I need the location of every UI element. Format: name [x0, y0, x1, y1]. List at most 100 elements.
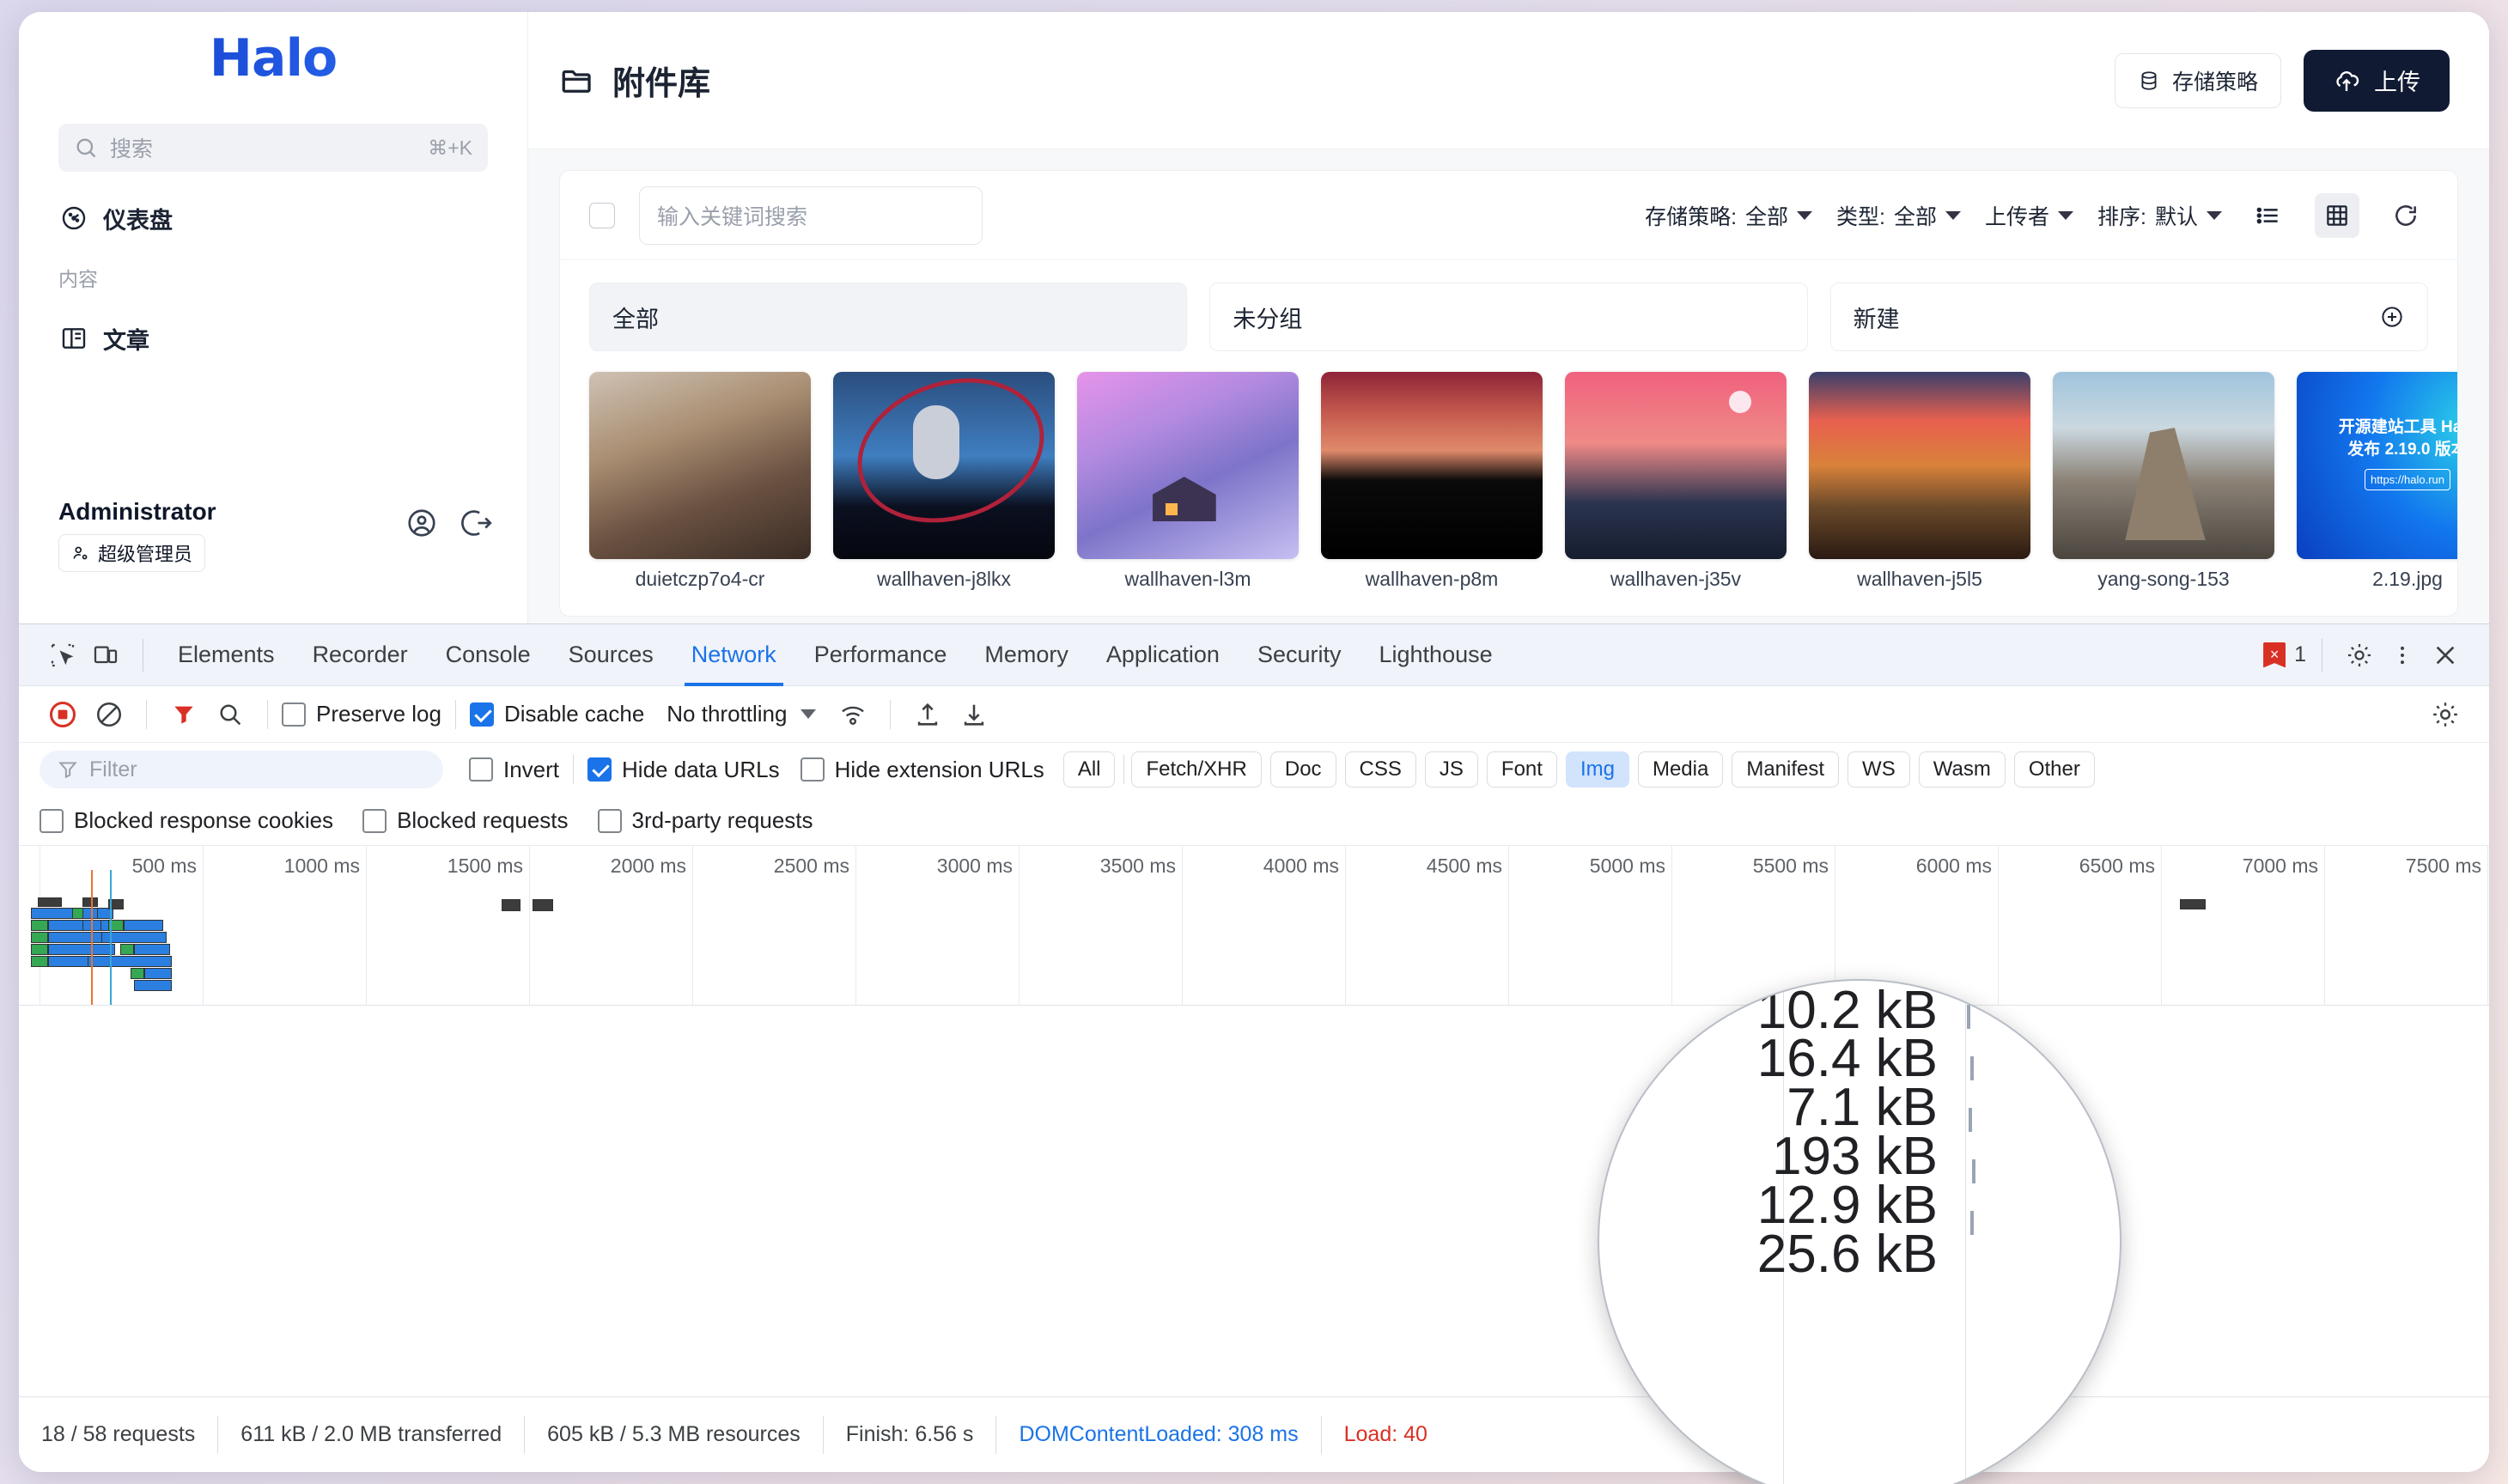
thumbnail-caption: wallhaven-j5l5	[1857, 568, 1982, 590]
thumbnail-item[interactable]: yang-song-153	[2053, 372, 2274, 591]
record-button[interactable]	[40, 691, 86, 738]
overview-tick: 7500 ms	[2406, 846, 2488, 1005]
checkbox-box	[587, 757, 612, 782]
blocked-requests-checkbox[interactable]: Blocked requests	[362, 807, 569, 834]
import-har-button[interactable]	[904, 691, 951, 738]
logout-icon[interactable]	[460, 507, 493, 539]
tab-elements[interactable]: Elements	[159, 624, 294, 686]
group-tab-all-label: 全部	[612, 306, 659, 332]
tab-network[interactable]: Network	[673, 624, 795, 686]
thumbnail-item[interactable]: 开源建站工具 Halo 发布 2.19.0 版本 https://halo.ru…	[2297, 372, 2457, 591]
export-har-button[interactable]	[951, 691, 997, 738]
thumbnail-image	[833, 372, 1055, 559]
thumbnail-item[interactable]: duietczp7o4-cr	[589, 372, 811, 591]
thumbnail-item[interactable]: wallhaven-j35v	[1565, 372, 1787, 591]
hide-data-urls-checkbox[interactable]: Hide data URLs	[587, 757, 780, 783]
blocked-response-cookies-checkbox[interactable]: Blocked response cookies	[40, 807, 333, 834]
filter-storage-policy[interactable]: 存储策略: 全部	[1645, 200, 1813, 231]
type-filter-css-label: CSS	[1359, 757, 1402, 781]
thumbnail-overlay-line1: 开源建站工具 Halo	[2338, 418, 2457, 437]
invert-checkbox[interactable]: Invert	[469, 757, 559, 783]
user-circle-icon[interactable]	[405, 507, 438, 539]
thumbnail-image	[1565, 372, 1787, 559]
thumbnail-item[interactable]: wallhaven-l3m	[1077, 372, 1299, 591]
type-filter-fetchxhr[interactable]: Fetch/XHR	[1131, 751, 1262, 788]
thumbnail-item[interactable]: wallhaven-j5l5	[1809, 372, 2030, 591]
clear-button[interactable]	[86, 691, 132, 738]
type-filter-js[interactable]: JS	[1424, 751, 1478, 788]
type-filter-all[interactable]: All	[1062, 751, 1116, 788]
storage-policy-button[interactable]: 存储策略	[2114, 52, 2281, 108]
type-filter-other[interactable]: Other	[2013, 751, 2095, 788]
tab-security[interactable]: Security	[1239, 624, 1361, 686]
refresh-button[interactable]	[2383, 193, 2428, 238]
network-conditions-button[interactable]	[830, 691, 876, 738]
overview-tick: 2000 ms	[611, 846, 693, 1005]
filter-sort[interactable]: 排序: 默认	[2097, 200, 2222, 231]
sidebar-item-articles[interactable]: 文章	[45, 314, 502, 362]
overview-bar	[502, 899, 520, 911]
status-transferred: 611 kB / 2.0 MB transferred	[218, 1415, 526, 1454]
throttling-dropdown[interactable]: No throttling	[667, 701, 817, 727]
devtools-more-button[interactable]	[2381, 634, 2424, 677]
type-filter-font[interactable]: Font	[1486, 751, 1557, 788]
disable-cache-checkbox[interactable]: Disable cache	[469, 701, 644, 727]
group-tab-all[interactable]: 全部	[589, 283, 1188, 351]
devtools-close-button[interactable]	[2424, 634, 2467, 677]
device-toolbar-button[interactable]	[84, 634, 127, 677]
hide-extension-urls-checkbox[interactable]: Hide extension URLs	[800, 757, 1044, 783]
overview-bar	[31, 944, 48, 955]
halo-application: Halo 搜索 ⌘+K 仪表盘 内容 文章 Administrator 超级管理…	[19, 12, 2489, 623]
type-filter-all-label: All	[1077, 757, 1101, 781]
tab-recorder[interactable]: Recorder	[294, 624, 427, 686]
import-har-icon	[918, 702, 938, 726]
toolbar-divider	[573, 755, 575, 784]
type-filter-media[interactable]: Media	[1637, 751, 1724, 788]
filter-storage-policy-value: 全部	[1745, 204, 1789, 229]
type-filter-doc[interactable]: Doc	[1269, 751, 1336, 788]
devtools-settings-button[interactable]	[2338, 634, 2381, 677]
dom-content-loaded-marker	[91, 870, 93, 1005]
sidebar-search[interactable]: 搜索 ⌘+K	[58, 124, 488, 172]
third-party-requests-checkbox[interactable]: 3rd-party requests	[597, 807, 813, 834]
inspect-element-button[interactable]	[41, 634, 84, 677]
type-filter-manifest[interactable]: Manifest	[1732, 751, 1840, 788]
keyword-search-input[interactable]: 输入关键词搜索	[639, 186, 983, 245]
search-button[interactable]	[207, 691, 253, 738]
type-filter-ws[interactable]: WS	[1848, 751, 1910, 788]
filter-type[interactable]: 类型: 全部	[1836, 200, 1962, 231]
group-tabs: 全部 未分组 新建	[560, 260, 2457, 351]
magnifier-waterfall-bar	[1970, 1056, 1974, 1080]
error-count-badge[interactable]: × 1	[2263, 642, 2306, 668]
filter-uploader[interactable]: 上传者	[1985, 200, 2074, 231]
type-filter-wasm[interactable]: Wasm	[1918, 751, 2006, 788]
group-tab-ungrouped[interactable]: 未分组	[1209, 283, 1808, 351]
network-settings-button[interactable]	[2422, 691, 2468, 738]
tab-console[interactable]: Console	[427, 624, 550, 686]
group-tab-new[interactable]: 新建	[1829, 283, 2428, 351]
type-filter-css[interactable]: CSS	[1344, 751, 1416, 788]
tab-memory[interactable]: Memory	[965, 624, 1087, 686]
filter-input[interactable]: Filter	[40, 751, 443, 788]
select-all-checkbox[interactable]	[589, 202, 615, 228]
thumbnail-item[interactable]: wallhaven-j8lkx	[833, 372, 1055, 591]
list-view-button[interactable]	[2246, 193, 2291, 238]
sidebar-item-dashboard[interactable]: 仪表盘	[45, 194, 502, 242]
tab-application[interactable]: Application	[1087, 624, 1239, 686]
tab-lighthouse[interactable]: Lighthouse	[1361, 624, 1512, 686]
tab-sources[interactable]: Sources	[550, 624, 673, 686]
thumbnail-item[interactable]: wallhaven-p8m	[1321, 372, 1543, 591]
grid-view-button[interactable]	[2315, 192, 2359, 238]
checkbox-box	[800, 757, 825, 782]
tab-performance[interactable]: Performance	[795, 624, 966, 686]
toolbar-divider	[1123, 755, 1125, 784]
type-filter-other-label: Other	[2028, 757, 2080, 781]
overview-bar	[48, 944, 115, 955]
page-title: 附件库	[559, 57, 710, 104]
attachment-body: 输入关键词搜索 存储策略: 全部 类型: 全部 上传者 排序: 默认 全部 未分…	[528, 149, 2489, 623]
filter-toggle-button[interactable]	[161, 691, 207, 738]
type-filter-img[interactable]: Img	[1565, 751, 1629, 788]
plus-circle-icon[interactable]	[2379, 304, 2405, 330]
preserve-log-checkbox[interactable]: Preserve log	[282, 701, 441, 727]
upload-button[interactable]: 上传	[2304, 49, 2450, 112]
